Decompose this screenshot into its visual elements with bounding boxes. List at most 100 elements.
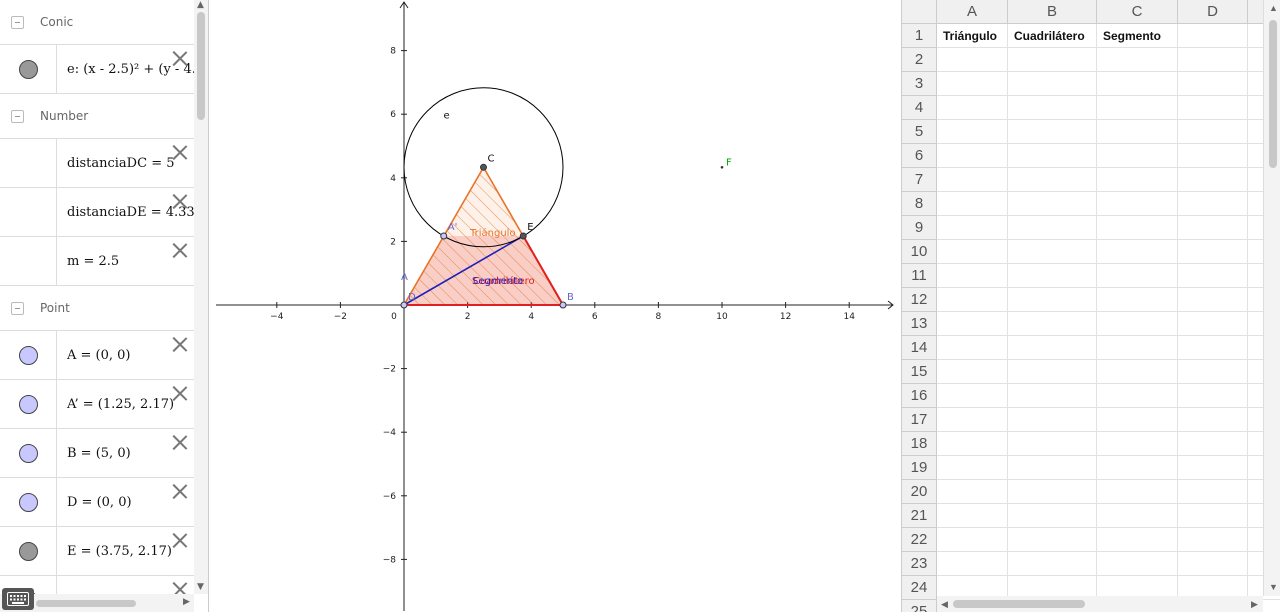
- spreadsheet-cell[interactable]: [937, 528, 1008, 552]
- spreadsheet-cell[interactable]: [1178, 360, 1248, 384]
- algebra-item-text[interactable]: B = (5, 0): [57, 446, 131, 461]
- delete-icon[interactable]: [172, 581, 188, 594]
- algebra-hscroll-thumb[interactable]: [36, 600, 136, 607]
- spreadsheet-vertical-scrollbar[interactable]: ▲ ▼: [1263, 0, 1280, 596]
- spreadsheet-cell[interactable]: [1008, 480, 1097, 504]
- spreadsheet-cell[interactable]: [937, 144, 1008, 168]
- spreadsheet-cell[interactable]: [1178, 552, 1248, 576]
- delete-icon[interactable]: [172, 193, 188, 209]
- spreadsheet-cell[interactable]: [1178, 216, 1248, 240]
- spreadsheet-cell[interactable]: [1008, 360, 1097, 384]
- spreadsheet-cell[interactable]: [1008, 336, 1097, 360]
- row-header[interactable]: 24: [902, 576, 937, 600]
- column-header[interactable]: B: [1008, 0, 1097, 24]
- collapse-toggle-icon[interactable]: [11, 301, 24, 315]
- spreadsheet-cell[interactable]: [1008, 384, 1097, 408]
- algebra-item-text[interactable]: A’ = (1.25, 2.17): [57, 397, 174, 412]
- spreadsheet-cell[interactable]: Segmento: [1097, 24, 1178, 48]
- point-A[interactable]: [400, 301, 408, 309]
- spreadsheet-cell[interactable]: [1008, 72, 1097, 96]
- visibility-toggle[interactable]: [0, 188, 57, 236]
- spreadsheet-cell[interactable]: [1178, 48, 1248, 72]
- spreadsheet-cell[interactable]: [937, 480, 1008, 504]
- spreadsheet-cell[interactable]: Cuadrilátero: [1008, 24, 1097, 48]
- spreadsheet-cell[interactable]: [1097, 264, 1178, 288]
- delete-icon[interactable]: [172, 336, 188, 352]
- spreadsheet-cell[interactable]: [937, 432, 1008, 456]
- spreadsheet-cell[interactable]: [937, 360, 1008, 384]
- spreadsheet-cell[interactable]: [937, 96, 1008, 120]
- object-visibility-dot-icon[interactable]: [18, 345, 38, 365]
- algebra-item[interactable]: A’ = (1.25, 2.17): [0, 380, 194, 429]
- spreadsheet-cell[interactable]: [1178, 264, 1248, 288]
- visibility-toggle[interactable]: [0, 139, 57, 187]
- row-header[interactable]: 19: [902, 456, 937, 480]
- algebra-item-text[interactable]: A = (0, 0): [57, 348, 131, 363]
- spreadsheet-cell[interactable]: [937, 336, 1008, 360]
- spreadsheet-cell[interactable]: [1008, 96, 1097, 120]
- spreadsheet-cell[interactable]: [1097, 312, 1178, 336]
- algebra-scroll-thumb[interactable]: [197, 12, 205, 120]
- visibility-toggle[interactable]: [0, 45, 57, 93]
- algebra-group-header[interactable]: Number: [0, 94, 194, 139]
- collapse-toggle-icon[interactable]: [11, 109, 24, 123]
- spreadsheet-cell[interactable]: [1097, 552, 1178, 576]
- spreadsheet-hscroll-thumb[interactable]: [953, 600, 1085, 608]
- scroll-up-arrow-icon[interactable]: ▲: [197, 0, 204, 10]
- algebra-item-text[interactable]: m = 2.5: [57, 254, 119, 269]
- object-visibility-dot-icon[interactable]: [18, 541, 38, 561]
- point-E[interactable]: [519, 232, 527, 240]
- row-header[interactable]: 8: [902, 192, 937, 216]
- spreadsheet-cell[interactable]: [1097, 504, 1178, 528]
- spreadsheet-cell[interactable]: [1178, 480, 1248, 504]
- spreadsheet-cell[interactable]: Triángulo: [937, 24, 1008, 48]
- delete-icon[interactable]: [172, 144, 188, 160]
- spreadsheet-cell[interactable]: [937, 168, 1008, 192]
- spreadsheet-cell[interactable]: [1097, 168, 1178, 192]
- spreadsheet-cell[interactable]: [937, 120, 1008, 144]
- scroll-right-arrow-icon[interactable]: ▶: [1251, 599, 1258, 610]
- delete-icon[interactable]: [172, 532, 188, 548]
- algebra-item-text[interactable]: distanciaDC = 5: [57, 156, 175, 171]
- spreadsheet-cell[interactable]: [1097, 408, 1178, 432]
- row-header[interactable]: 7: [902, 168, 937, 192]
- spreadsheet-cell[interactable]: [937, 192, 1008, 216]
- row-header[interactable]: 16: [902, 384, 937, 408]
- object-visibility-dot-icon[interactable]: [18, 492, 38, 512]
- spreadsheet-cell[interactable]: [1008, 192, 1097, 216]
- row-header[interactable]: 5: [902, 120, 937, 144]
- visibility-toggle[interactable]: [0, 429, 57, 477]
- visibility-toggle[interactable]: [0, 527, 57, 575]
- delete-icon[interactable]: [172, 434, 188, 450]
- algebra-item-text[interactable]: E = (3.75, 2.17): [57, 544, 172, 559]
- algebra-vertical-scrollbar[interactable]: ▲ ▼: [194, 0, 208, 594]
- spreadsheet-cell[interactable]: [1178, 288, 1248, 312]
- spreadsheet-cell[interactable]: [1178, 312, 1248, 336]
- row-header[interactable]: 18: [902, 432, 937, 456]
- spreadsheet-cell[interactable]: [937, 240, 1008, 264]
- row-header[interactable]: 15: [902, 360, 937, 384]
- spreadsheet-cell[interactable]: [1008, 312, 1097, 336]
- point-F[interactable]: [720, 166, 724, 169]
- spreadsheet-cell[interactable]: [937, 264, 1008, 288]
- spreadsheet-scroll-thumb[interactable]: [1269, 20, 1277, 168]
- spreadsheet-cell[interactable]: [1178, 168, 1248, 192]
- spreadsheet-cell[interactable]: [1097, 456, 1178, 480]
- scroll-down-arrow-icon[interactable]: ▼: [197, 582, 204, 592]
- column-header[interactable]: A: [937, 0, 1008, 24]
- spreadsheet-cell[interactable]: [1178, 432, 1248, 456]
- spreadsheet-cell[interactable]: [1097, 384, 1178, 408]
- spreadsheet-cell[interactable]: [937, 48, 1008, 72]
- spreadsheet-cell[interactable]: [1097, 144, 1178, 168]
- spreadsheet-cell[interactable]: [1178, 336, 1248, 360]
- visibility-toggle[interactable]: [0, 237, 57, 285]
- scroll-up-arrow-icon[interactable]: ▲: [1269, 3, 1278, 13]
- spreadsheet-cell[interactable]: [1178, 240, 1248, 264]
- spreadsheet-cell[interactable]: [937, 312, 1008, 336]
- spreadsheet-cell[interactable]: [1008, 432, 1097, 456]
- spreadsheet-cell[interactable]: [1178, 24, 1248, 48]
- delete-icon[interactable]: [172, 483, 188, 499]
- row-header[interactable]: 23: [902, 552, 937, 576]
- scroll-left-arrow-icon[interactable]: ◀: [941, 599, 948, 610]
- scroll-right-arrow-icon[interactable]: ▶: [183, 597, 190, 607]
